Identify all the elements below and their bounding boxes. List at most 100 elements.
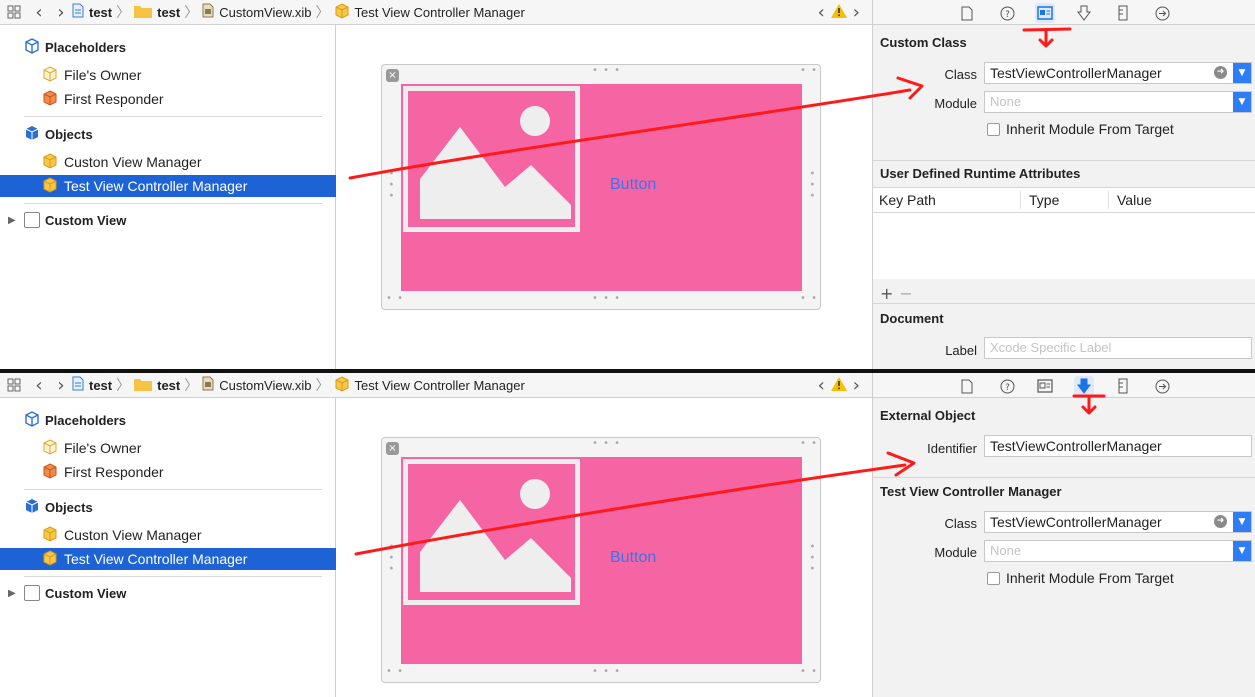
close-icon[interactable]: ×	[386, 442, 399, 455]
outline-item-first-responder[interactable]: First Responder	[0, 88, 336, 110]
resize-handle[interactable]: • • •	[592, 293, 621, 304]
attributes-inspector-icon[interactable]	[1074, 3, 1094, 23]
outline-item-test-view-controller-manager[interactable]: Test View Controller Manager	[0, 548, 336, 570]
help-icon[interactable]: ?	[997, 3, 1017, 23]
chevron-down-icon[interactable]: ▼	[1233, 541, 1251, 561]
outline-item-custom-view[interactable]: Custom View	[24, 212, 126, 228]
inherit-module-checkbox[interactable]	[987, 122, 1000, 136]
resize-handle[interactable]: • • •	[592, 666, 621, 677]
inherit-module-checkbox[interactable]	[987, 571, 1000, 585]
resize-handle[interactable]: • • •	[806, 543, 817, 572]
previous-issue-icon[interactable]: ‹	[818, 2, 825, 23]
remove-icon[interactable]: −	[899, 284, 918, 303]
resize-handle[interactable]: • • •	[385, 543, 396, 572]
resize-handle[interactable]: • •	[800, 438, 818, 449]
interface-builder-canvas[interactable]: × • • • • • • • • • • • • • • • • • • Bu…	[337, 398, 872, 697]
file-inspector-icon[interactable]	[957, 3, 977, 23]
column-header-key-path[interactable]: Key Path	[879, 192, 936, 208]
pink-view[interactable]: Button	[401, 84, 802, 291]
identity-inspector-icon[interactable]	[1035, 376, 1055, 396]
section-divider	[873, 160, 1255, 161]
breadcrumb-xib[interactable]: CustomView.xib	[202, 0, 312, 25]
placeholders-header: Placeholders	[24, 38, 126, 57]
breadcrumb-folder[interactable]: test	[134, 0, 180, 25]
go-to-class-icon[interactable]: ➜	[1214, 515, 1227, 528]
custom-view-frame[interactable]: × • • • • • • • • • • • • • • • • • • Bu…	[381, 437, 821, 683]
help-icon[interactable]: ?	[997, 376, 1017, 396]
class-combobox[interactable]: TestViewControllerManager ➜ ▼	[984, 511, 1252, 533]
breadcrumb-xib[interactable]: CustomView.xib	[202, 373, 312, 398]
back-arrow-icon[interactable]: ‹	[28, 373, 50, 398]
breadcrumb-folder[interactable]: test	[134, 373, 180, 398]
chevron-down-icon[interactable]: ▼	[1233, 92, 1251, 112]
image-view[interactable]	[403, 86, 580, 232]
resize-handle[interactable]: • •	[800, 65, 818, 76]
breadcrumb-object[interactable]: Test View Controller Manager	[334, 373, 525, 398]
resize-handle[interactable]: • • •	[592, 65, 621, 76]
class-combobox[interactable]: TestViewControllerManager ➜ ▼	[984, 62, 1252, 84]
warning-icon[interactable]	[830, 377, 847, 394]
breadcrumb-separator: 〉	[315, 4, 330, 20]
grid-icon[interactable]	[0, 0, 28, 25]
next-issue-icon[interactable]: ›	[853, 2, 860, 23]
module-combobox[interactable]: None ▼	[984, 91, 1252, 113]
column-separator	[1108, 191, 1109, 209]
add-icon[interactable]: +	[880, 284, 899, 303]
button-element[interactable]: Button	[610, 549, 656, 567]
outline-item-custom-view[interactable]: Custom View	[24, 585, 126, 601]
chevron-down-icon[interactable]: ▼	[1233, 512, 1251, 532]
outline-item-custon-view-manager[interactable]: Custon View Manager	[0, 524, 336, 546]
cube-icon	[334, 375, 350, 395]
resize-handle[interactable]: • • •	[806, 170, 817, 199]
resize-handle[interactable]: • •	[800, 293, 818, 304]
outline-item-first-responder[interactable]: First Responder	[0, 461, 336, 483]
image-view[interactable]	[403, 459, 580, 605]
interface-builder-canvas[interactable]: × • • • • • • • • • • • • • • • • • • Bu…	[337, 25, 872, 369]
inherit-module-checkbox-row[interactable]: Inherit Module From Target	[987, 121, 1174, 137]
connections-inspector-icon[interactable]	[1152, 3, 1172, 23]
identity-inspector-icon[interactable]	[1035, 3, 1055, 23]
forward-arrow-icon[interactable]: ›	[50, 373, 72, 398]
resize-handle[interactable]: • •	[800, 666, 818, 677]
file-inspector-icon[interactable]	[957, 376, 977, 396]
column-header-value[interactable]: Value	[1117, 192, 1152, 208]
forward-arrow-icon[interactable]: ›	[50, 0, 72, 25]
custom-view-frame[interactable]: × • • • • • • • • • • • • • • • • • • Bu…	[381, 64, 821, 310]
warning-icon[interactable]	[830, 4, 847, 21]
outline-item-test-view-controller-manager[interactable]: Test View Controller Manager	[0, 175, 336, 197]
breadcrumb-project[interactable]: test	[72, 373, 112, 398]
size-inspector-icon[interactable]	[1113, 3, 1133, 23]
disclosure-triangle-icon[interactable]: ▶	[8, 588, 16, 599]
button-element[interactable]: Button	[610, 176, 656, 194]
disclosure-triangle-icon[interactable]: ▶	[8, 215, 16, 226]
outline-item-label: First Responder	[64, 464, 164, 480]
section-title-test-view-controller-manager: Test View Controller Manager	[880, 484, 1062, 499]
connections-inspector-icon[interactable]	[1152, 376, 1172, 396]
inspector-tab-bar: ?	[873, 0, 1255, 25]
resize-handle[interactable]: • •	[386, 293, 404, 304]
size-inspector-icon[interactable]	[1113, 376, 1133, 396]
attributes-inspector-icon[interactable]	[1074, 376, 1094, 396]
outline-item-files-owner[interactable]: File's Owner	[0, 64, 336, 86]
resize-handle[interactable]: • • •	[385, 170, 396, 199]
module-combobox[interactable]: None ▼	[984, 540, 1252, 562]
column-header-type[interactable]: Type	[1029, 192, 1059, 208]
pink-view[interactable]: Button	[401, 457, 802, 664]
previous-issue-icon[interactable]: ‹	[818, 375, 825, 396]
go-to-class-icon[interactable]: ➜	[1214, 66, 1227, 79]
document-label-field[interactable]: Xcode Specific Label	[984, 337, 1252, 359]
outline-item-custon-view-manager[interactable]: Custon View Manager	[0, 151, 336, 173]
grid-icon[interactable]	[0, 373, 28, 398]
resize-handle[interactable]: • • •	[592, 438, 621, 449]
next-issue-icon[interactable]: ›	[853, 375, 860, 396]
resize-handle[interactable]: • •	[386, 666, 404, 677]
chevron-down-icon[interactable]: ▼	[1233, 63, 1251, 83]
inherit-module-checkbox-row[interactable]: Inherit Module From Target	[987, 570, 1174, 586]
outline-item-files-owner[interactable]: File's Owner	[0, 437, 336, 459]
back-arrow-icon[interactable]: ‹	[28, 0, 50, 25]
breadcrumb-project[interactable]: test	[72, 0, 112, 25]
runtime-attributes-table-body[interactable]	[873, 213, 1255, 279]
identifier-field[interactable]: TestViewControllerManager	[984, 435, 1252, 457]
close-icon[interactable]: ×	[386, 69, 399, 82]
breadcrumb-object[interactable]: Test View Controller Manager	[334, 0, 525, 25]
